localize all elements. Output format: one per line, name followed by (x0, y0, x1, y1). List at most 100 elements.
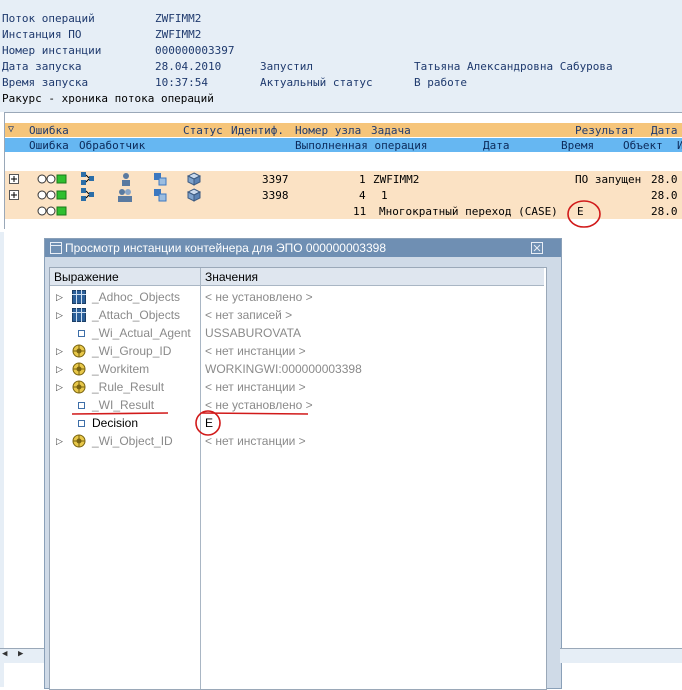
row-id: 3398 (262, 189, 289, 202)
value-started-by: Татьяна Александровна Сабурова (414, 60, 613, 73)
object-cube-icon (187, 172, 201, 186)
annotation-circle (195, 410, 221, 436)
col-object[interactable]: Объект (623, 139, 663, 152)
user-group-icon (118, 189, 132, 202)
tree-item-value: WORKINGWI:000000003398 (205, 362, 362, 376)
column-header-row-1: ▽ Ошибка Статус Идентиф. Номер узла Зада… (5, 123, 682, 137)
tree-row[interactable]: ▷ _Wi_Group_ID < нет инстанции > (50, 342, 544, 360)
value-start-date: 28.04.2010 (155, 60, 222, 73)
row-task: Многократный переход (CASE) (379, 205, 558, 218)
filter-icon[interactable]: ▽ (8, 124, 14, 135)
expand-arrow-icon[interactable]: ▷ (56, 378, 63, 396)
label-instance-number: Номер инстанции (2, 44, 102, 57)
horizontal-scrollbar[interactable]: ◀ ▶ (0, 648, 44, 663)
expand-arrow-icon[interactable]: ▷ (56, 432, 63, 450)
row-id: 3397 (262, 173, 289, 186)
col-error[interactable]: Ошибка (29, 124, 69, 137)
workflow-log-panel: ▽ Ошибка Статус Идентиф. Номер узла Зада… (4, 112, 682, 229)
col-status[interactable]: Статус (183, 124, 223, 137)
value-workflow: ZWFIMM2 (155, 12, 202, 25)
column-header-row-2: Ошибка Обработчик Выполненная операция Д… (5, 138, 682, 152)
tree-item-value: USSABUROVATA (205, 326, 302, 340)
section-title: Ракурс - хроника потока операций (2, 92, 214, 105)
col-node-number[interactable]: Номер узла (295, 124, 361, 137)
row-date: 28.0 (651, 173, 678, 186)
expand-icon[interactable] (9, 174, 19, 184)
element-square-icon (78, 420, 85, 427)
transfer-icon (154, 189, 167, 202)
label-started-by: Запустил (260, 60, 313, 73)
tree-row[interactable]: ▷ _Wi_Object_ID < нет инстанции > (50, 432, 544, 450)
status-lights-icon (37, 174, 67, 184)
object-icon (72, 434, 86, 448)
col-executed-operation[interactable]: Выполненная операция (295, 139, 427, 152)
row-task: ZWFIMM2 (373, 173, 420, 186)
tree-row[interactable]: ▷ _Rule_Result < нет инстанции > (50, 378, 544, 396)
horizontal-scrollbar-right[interactable] (560, 648, 682, 663)
status-lights-icon (37, 190, 67, 200)
container-instance-dialog: Просмотр инстанции контейнера для ЭПО 00… (44, 238, 562, 690)
tree-item-name: _Adhoc_Objects (92, 290, 181, 304)
col-id[interactable]: Идентиф. (231, 124, 284, 137)
object-icon (72, 362, 86, 376)
workflow-icon (81, 172, 94, 185)
col-task[interactable]: Задача (371, 124, 411, 137)
header-row-workflow: Поток операций (2, 12, 95, 25)
label-start-date: Дата запуска (2, 60, 82, 73)
tree-item-name: _Wi_Actual_Agent (92, 326, 191, 340)
dialog-title: Просмотр инстанции контейнера для ЭПО 00… (65, 241, 386, 255)
workflow-icon (81, 188, 94, 201)
col-error-2[interactable]: Ошибка (29, 139, 69, 152)
scroll-left-icon[interactable]: ◀ (2, 649, 7, 659)
col-date[interactable]: Дата (651, 124, 678, 137)
col-date-2[interactable]: Дата (483, 139, 510, 152)
table-icon (72, 290, 86, 304)
label-wf-instance: Инстанция ПО (2, 28, 82, 41)
tree-row[interactable]: ▷ _Attach_Objects < нет записей > (50, 306, 544, 324)
table-row[interactable]: 3397 1 ZWFIMM2 ПО запущен 28.0 (5, 171, 682, 187)
row-date: 28.0 (651, 205, 678, 218)
tree-row[interactable]: ▷ _Adhoc_Objects < не установлено > (50, 288, 544, 306)
tree-item-value: < нет записей > (205, 308, 293, 322)
row-date: 28.0 (651, 189, 678, 202)
label-workflow: Поток операций (2, 12, 95, 25)
container-tree: Выражение Значения ▷ _Adhoc_Objects < не… (49, 267, 547, 690)
col-time[interactable]: Время (561, 139, 594, 152)
close-icon[interactable] (531, 242, 543, 254)
expand-icon[interactable] (9, 190, 19, 200)
col-result[interactable]: Результат (575, 124, 635, 137)
tree-item-value: < нет инстанции > (205, 380, 306, 394)
value-start-time: 10:37:54 (155, 76, 208, 89)
user-icon (122, 173, 130, 186)
label-current-status: Актуальный статус (260, 76, 373, 89)
object-icon (72, 344, 86, 358)
expand-arrow-icon[interactable]: ▷ (56, 342, 63, 360)
workflow-header: Поток операций ZWFIMM2 Инстанция ПО ZWFI… (0, 0, 682, 112)
expand-arrow-icon[interactable]: ▷ (56, 288, 63, 306)
col-extra[interactable]: И (677, 139, 682, 152)
col-values[interactable]: Значения (201, 268, 544, 286)
table-icon (72, 308, 86, 322)
element-square-icon (78, 402, 85, 409)
value-instance-number: 000000003397 (155, 44, 235, 57)
element-square-icon (78, 330, 85, 337)
row-task: 1 (381, 189, 388, 202)
tree-row[interactable]: ▷ _Workitem WORKINGWI:000000003398 (50, 360, 544, 378)
value-current-status: В работе (414, 76, 467, 89)
col-handler[interactable]: Обработчик (79, 139, 145, 152)
expand-arrow-icon[interactable]: ▷ (56, 306, 63, 324)
col-expression[interactable]: Выражение (50, 268, 201, 286)
row-node: 4 (359, 189, 366, 202)
tree-item-name: _Rule_Result (92, 380, 165, 394)
row-result: ПО запущен (575, 173, 642, 186)
transfer-icon (154, 173, 167, 186)
scroll-right-icon[interactable]: ▶ (18, 649, 23, 659)
dialog-titlebar[interactable]: Просмотр инстанции контейнера для ЭПО 00… (45, 239, 561, 257)
tree-item-name: _Workitem (92, 362, 150, 376)
annotation-underline-name (71, 412, 169, 415)
expand-arrow-icon[interactable]: ▷ (56, 360, 63, 378)
object-cube-icon (187, 188, 201, 202)
tree-row[interactable]: _Wi_Actual_Agent USSABUROVATA (50, 324, 544, 342)
row-node: 1 (359, 173, 366, 186)
value-wf-instance: ZWFIMM2 (155, 28, 202, 41)
